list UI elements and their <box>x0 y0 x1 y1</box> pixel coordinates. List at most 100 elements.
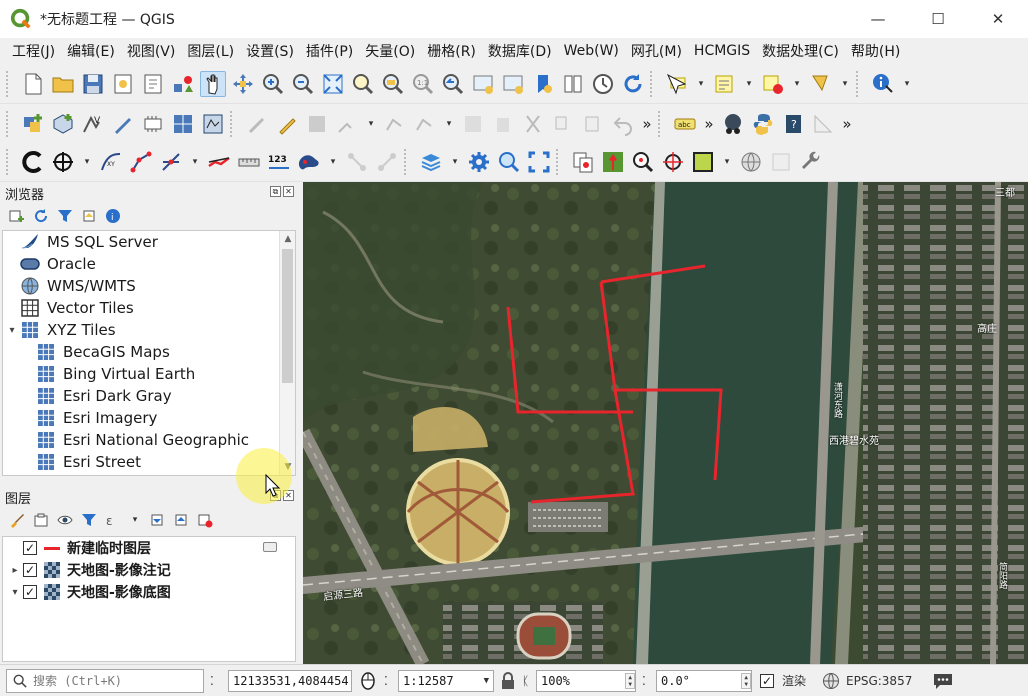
menu-raster[interactable]: 栅格(R) <box>421 41 482 61</box>
browser-scrollbar[interactable]: ▲ ▼ <box>279 231 295 475</box>
menu-settings[interactable]: 设置(S) <box>240 41 300 61</box>
vertex-tool-icon[interactable] <box>382 111 408 137</box>
delete-selected-icon[interactable] <box>490 111 516 137</box>
add-feature-dropdown-icon[interactable]: ▾ <box>364 119 378 129</box>
copy-features-icon[interactable] <box>550 111 576 137</box>
enable-properties-icon[interactable]: i <box>104 207 122 225</box>
zoom-out-icon[interactable] <box>290 71 316 97</box>
split-line-icon[interactable] <box>206 149 232 175</box>
digitize-azimuth-icon[interactable] <box>158 149 184 175</box>
python-console-icon[interactable] <box>750 111 776 137</box>
open-project-icon[interactable] <box>50 71 76 97</box>
tree-item-mssql[interactable]: MS SQL Server <box>3 231 295 253</box>
layer-item-annotation[interactable]: ▸ ✓ 天地图-影像注记 <box>3 559 295 581</box>
zoom-full-icon[interactable] <box>320 71 346 97</box>
show-bookmarks-icon[interactable] <box>560 71 586 97</box>
tree-item-esri-natgeo[interactable]: Esri National Geographic <box>3 429 295 451</box>
add-layer-stack-icon[interactable] <box>418 149 444 175</box>
save-edits-icon[interactable] <box>304 111 330 137</box>
snap-point-icon[interactable] <box>660 149 686 175</box>
mouse-coordinate-icon[interactable] <box>358 671 378 691</box>
raster-symbol-icon[interactable] <box>43 584 61 600</box>
layer-stack-dropdown-icon[interactable]: ▾ <box>448 157 462 167</box>
tree-item-vector-tiles[interactable]: Vector Tiles <box>3 297 295 319</box>
select-by-value-dropdown-icon[interactable]: ▾ <box>742 79 756 89</box>
menu-edit[interactable]: 编辑(E) <box>61 41 121 61</box>
select-location-dropdown-icon[interactable]: ▾ <box>838 79 852 89</box>
browser-tree[interactable]: MS SQL Server Oracle WMS/WMTS Vector Til… <box>2 230 296 476</box>
scale-dropdown-icon[interactable]: ▼ <box>484 676 489 686</box>
menu-processing[interactable]: 数据处理(C) <box>756 41 845 61</box>
coordinate-field[interactable]: 12133531,4084454 <box>228 669 352 692</box>
crs-globe-icon[interactable] <box>822 672 840 690</box>
layer-styling-icon[interactable] <box>8 511 26 529</box>
label-toolbar-icon[interactable]: abc <box>672 111 698 137</box>
cut-features-icon[interactable] <box>520 111 546 137</box>
satellite-imagery[interactable] <box>303 182 1028 664</box>
rectangle-select-icon[interactable] <box>690 149 716 175</box>
menu-hcmgis[interactable]: HCMGIS <box>688 43 756 59</box>
float-panel-icon[interactable]: ⧉ <box>270 186 281 197</box>
identify-dropdown-icon[interactable]: ▾ <box>900 79 914 89</box>
shape-dropdown-icon[interactable]: ▾ <box>326 157 340 167</box>
digitize-pen-icon[interactable] <box>110 111 136 137</box>
editing-indicator-icon[interactable] <box>263 542 277 552</box>
map-canvas[interactable]: 三都 高庄 潇河东路 西港碧水苑 启源三路 简阳路 <box>303 182 1028 664</box>
menu-project[interactable]: 工程(J) <box>6 41 61 61</box>
toolbar-handle[interactable] <box>556 148 562 175</box>
paste-features-icon[interactable] <box>580 111 606 137</box>
modify-dropdown-icon[interactable]: ▾ <box>442 119 456 129</box>
menu-view[interactable]: 视图(V) <box>121 41 182 61</box>
copy-layer-icon[interactable] <box>570 149 596 175</box>
tree-item-bing[interactable]: Bing Virtual Earth <box>3 363 295 385</box>
menu-vector[interactable]: 矢量(O) <box>359 41 421 61</box>
toolbar-handle[interactable] <box>6 148 12 175</box>
select-features-icon[interactable] <box>664 71 690 97</box>
collapse-all-icon[interactable] <box>80 207 98 225</box>
disabled-graph-icon[interactable] <box>374 149 400 175</box>
rotation-field[interactable]: 0.0° ▲ ▼ <box>656 669 752 692</box>
toolbar-handle[interactable] <box>650 70 656 97</box>
toolbar-handle[interactable] <box>658 110 664 137</box>
scroll-up-icon[interactable]: ▲ <box>280 231 295 247</box>
select-features-dropdown-icon[interactable]: ▾ <box>694 79 708 89</box>
plugin-globe-icon[interactable] <box>720 111 746 137</box>
select-by-value-icon[interactable] <box>712 71 738 97</box>
digitize-dropdown-icon[interactable]: ▾ <box>188 157 202 167</box>
add-raster-icon[interactable] <box>170 111 196 137</box>
new-map-view-icon[interactable] <box>470 71 496 97</box>
refresh-icon[interactable] <box>620 71 646 97</box>
filter-expression-dropdown-icon[interactable]: ▾ <box>128 515 142 525</box>
digitize-segment-icon[interactable] <box>128 149 154 175</box>
style-manager-icon[interactable] <box>170 71 196 97</box>
toolbar-handle[interactable] <box>6 70 12 97</box>
toolbar-handle[interactable] <box>230 110 236 137</box>
collapse-all-layers-icon[interactable] <box>172 511 190 529</box>
zoom-last-icon[interactable] <box>440 71 466 97</box>
menu-help[interactable]: 帮助(H) <box>845 41 906 61</box>
tree-item-xyz-tiles[interactable]: ▾ XYZ Tiles <box>3 319 295 341</box>
filter-expression-icon[interactable]: ε <box>104 511 122 529</box>
rotation-spinner[interactable]: ▲ ▼ <box>741 672 751 689</box>
tree-item-oracle[interactable]: Oracle <box>3 253 295 275</box>
deselect-dropdown-icon[interactable]: ▾ <box>790 79 804 89</box>
layer-item-basemap[interactable]: ▾ ✓ 天地图-影像底图 <box>3 581 295 603</box>
expand-arrow-icon[interactable]: ▾ <box>7 587 23 598</box>
lock-scale-icon[interactable] <box>500 671 516 690</box>
zoom-to-selection-icon[interactable] <box>350 71 376 97</box>
filter-browser-icon[interactable] <box>56 207 74 225</box>
select-location-icon[interactable] <box>808 71 834 97</box>
render-checkbox[interactable]: ✓ <box>760 673 774 688</box>
minimize-button[interactable]: — <box>848 0 908 38</box>
new-virtual-layer-icon[interactable] <box>140 111 166 137</box>
measure-angle-icon[interactable] <box>810 111 836 137</box>
zoom-in-icon[interactable] <box>260 71 286 97</box>
save-project-icon[interactable] <box>80 71 106 97</box>
web-globe-icon[interactable] <box>738 149 764 175</box>
identify-features-icon[interactable] <box>870 71 896 97</box>
data-source-manager-icon[interactable] <box>20 111 46 137</box>
manage-visibility-icon[interactable] <box>56 511 74 529</box>
menu-layer[interactable]: 图层(L) <box>181 41 240 61</box>
expand-all-icon[interactable] <box>148 511 166 529</box>
menu-plugins[interactable]: 插件(P) <box>300 41 359 61</box>
